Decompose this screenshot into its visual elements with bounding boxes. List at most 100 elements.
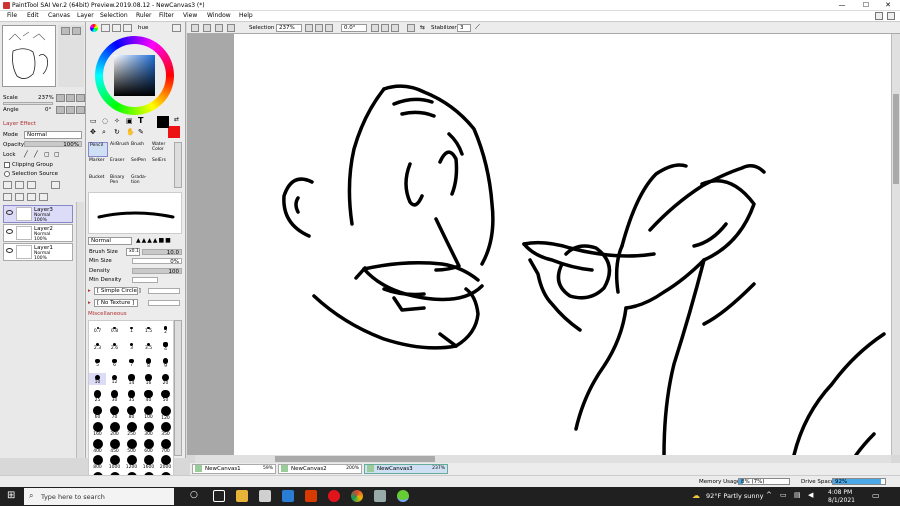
lasso-icon[interactable]: ◌ [102, 117, 108, 125]
swap-colors-icon[interactable]: ⇄ [174, 116, 179, 123]
battery-icon[interactable]: ▭ [780, 491, 787, 499]
clear-layer-icon[interactable] [27, 193, 36, 201]
brush-size-preset[interactable]: 9 [157, 356, 174, 369]
angle-reset-button[interactable] [76, 106, 85, 114]
scale-minus-button[interactable] [56, 94, 65, 102]
notification-icon[interactable]: ▭ [872, 491, 880, 500]
clock-time[interactable]: 4:08 PM [828, 489, 852, 496]
menu-view[interactable]: View [183, 12, 197, 19]
tab-newcanvas1[interactable]: NewCanvas1 59% [192, 464, 276, 474]
angle-cw-button[interactable] [66, 106, 75, 114]
undo-icon[interactable] [191, 24, 199, 32]
color-more-icon[interactable] [172, 24, 181, 32]
primary-color-swatch[interactable] [157, 116, 169, 128]
deselect-icon[interactable] [215, 24, 223, 32]
drawing-canvas[interactable] [234, 34, 891, 457]
navigator-preview[interactable] [2, 25, 56, 87]
brush-tool[interactable]: Brush [130, 142, 150, 157]
marker-tool[interactable]: Marker [88, 158, 108, 173]
close-button[interactable]: ✕ [876, 0, 900, 11]
brush-size-preset[interactable]: 800 [89, 455, 106, 470]
eye-icon[interactable] [6, 229, 13, 234]
new-linework-layer-icon[interactable] [15, 181, 24, 189]
brush-size-preset[interactable]: 200 [106, 422, 123, 437]
windows-start-icon[interactable]: ⊞ [7, 490, 15, 501]
canvas-restore-icon[interactable] [875, 12, 883, 20]
volume-icon[interactable]: ◀ [808, 491, 813, 499]
scale-slider[interactable] [3, 102, 53, 105]
new-layer-icon[interactable] [3, 181, 12, 189]
eyedropper-icon[interactable]: ✎ [138, 128, 144, 136]
airbrush-tool[interactable]: AirBrush [109, 142, 129, 157]
brush-size-preset[interactable]: 60 [89, 406, 106, 420]
brush-size-preset[interactable]: 500 [123, 438, 140, 454]
brush-size-preset[interactable]: 1 [123, 323, 140, 334]
menu-layer[interactable]: Layer [77, 12, 94, 19]
rotate-reset-button[interactable] [391, 24, 399, 32]
angle-ccw-button[interactable] [56, 106, 65, 114]
merge-down-icon[interactable] [15, 193, 24, 201]
secondary-color-swatch[interactable] [168, 126, 180, 138]
menu-ruler[interactable]: Ruler [136, 12, 152, 19]
menu-edit[interactable]: Edit [27, 12, 39, 19]
zoom-icon[interactable]: ⌕ [102, 128, 106, 137]
brush-size-preset[interactable]: 6 [106, 356, 123, 368]
brush-size-preset[interactable]: 70 [106, 405, 123, 420]
zoom-select[interactable]: 237% [276, 24, 302, 32]
menu-canvas[interactable]: Canvas [48, 12, 70, 19]
brush-size-preset[interactable]: 2 [157, 323, 174, 335]
lock-all-icon[interactable]: ▢ [54, 151, 60, 158]
brush-size-preset[interactable]: 300 [140, 422, 157, 437]
brush-texture-toggle-icon[interactable]: ▸ [88, 300, 91, 306]
brush-size-preset[interactable]: 4 [157, 340, 174, 352]
brush-size-preset[interactable]: 0.7 [89, 323, 106, 334]
brush-size-preset[interactable]: 35 [123, 389, 140, 403]
tray-chevron-icon[interactable]: ^ [766, 491, 772, 499]
brush-size-preset[interactable]: 7 [123, 356, 140, 368]
brush-size-preset[interactable]: 120 [157, 405, 174, 421]
brush-size-preset[interactable]: 80 [123, 405, 140, 420]
brush-size-preset[interactable]: 350 [157, 422, 174, 437]
brush-size-preset[interactable]: 1200 [123, 455, 140, 470]
selection-source-checkbox[interactable] [4, 171, 10, 177]
minimize-button[interactable]: — [830, 0, 854, 11]
rotate-ccw-button[interactable] [371, 24, 379, 32]
menu-help[interactable]: Help [239, 12, 253, 19]
lock-move-icon[interactable]: ╱ [34, 151, 38, 158]
rotation-select[interactable]: 0.0° [341, 24, 367, 32]
brush-size-preset[interactable]: 450 [106, 438, 123, 454]
magic-wand-icon[interactable]: ✧ [114, 117, 120, 125]
text-tool-icon[interactable]: T [138, 116, 143, 125]
hand-icon[interactable]: ✋ [126, 128, 135, 136]
brush-size-scrollbar[interactable] [174, 320, 182, 456]
move-icon[interactable]: ✥ [90, 128, 96, 136]
flip-horizontal-button[interactable] [407, 24, 415, 32]
maximize-button[interactable]: ☐ [854, 0, 878, 11]
brush-shape-toggle-icon[interactable]: ▸ [88, 288, 91, 294]
density-slider[interactable]: 100 [132, 268, 182, 275]
canvas-horizontal-scrollbar[interactable] [195, 455, 891, 463]
layer-list-scrollbar[interactable] [76, 202, 84, 458]
brush-texture-select[interactable]: [ No Texture ] [94, 299, 138, 307]
horizontal-scroll-thumb[interactable] [275, 456, 435, 462]
color-wheel[interactable] [95, 36, 174, 115]
scale-reset-button[interactable] [76, 94, 85, 102]
brush-size-preset[interactable]: 160 [89, 422, 106, 437]
chrome-icon[interactable] [351, 490, 363, 502]
eye-icon[interactable] [6, 210, 13, 215]
pencil-tool[interactable]: Pencil [88, 142, 108, 157]
rotate-icon[interactable]: ↻ [114, 128, 120, 136]
canvas-viewport[interactable] [187, 34, 891, 457]
layer-select-icon[interactable]: ▣ [126, 117, 133, 125]
menu-window[interactable]: Window [207, 12, 231, 19]
office-icon[interactable] [305, 490, 317, 502]
redo-icon[interactable] [203, 24, 211, 32]
brush-size-preset[interactable]: 600 [140, 438, 157, 454]
brush-size-preset[interactable]: 0.8 [106, 323, 123, 334]
brush-size-preset[interactable]: 3 [123, 340, 140, 351]
lock-paint-icon[interactable]: ╱ [24, 151, 28, 158]
tab-newcanvas2[interactable]: NewCanvas2 200% [278, 464, 362, 474]
brush-size-preset[interactable]: 1.5 [140, 323, 157, 334]
nav-zoom-in-icon[interactable] [61, 27, 70, 35]
file-explorer-icon[interactable] [236, 490, 248, 502]
